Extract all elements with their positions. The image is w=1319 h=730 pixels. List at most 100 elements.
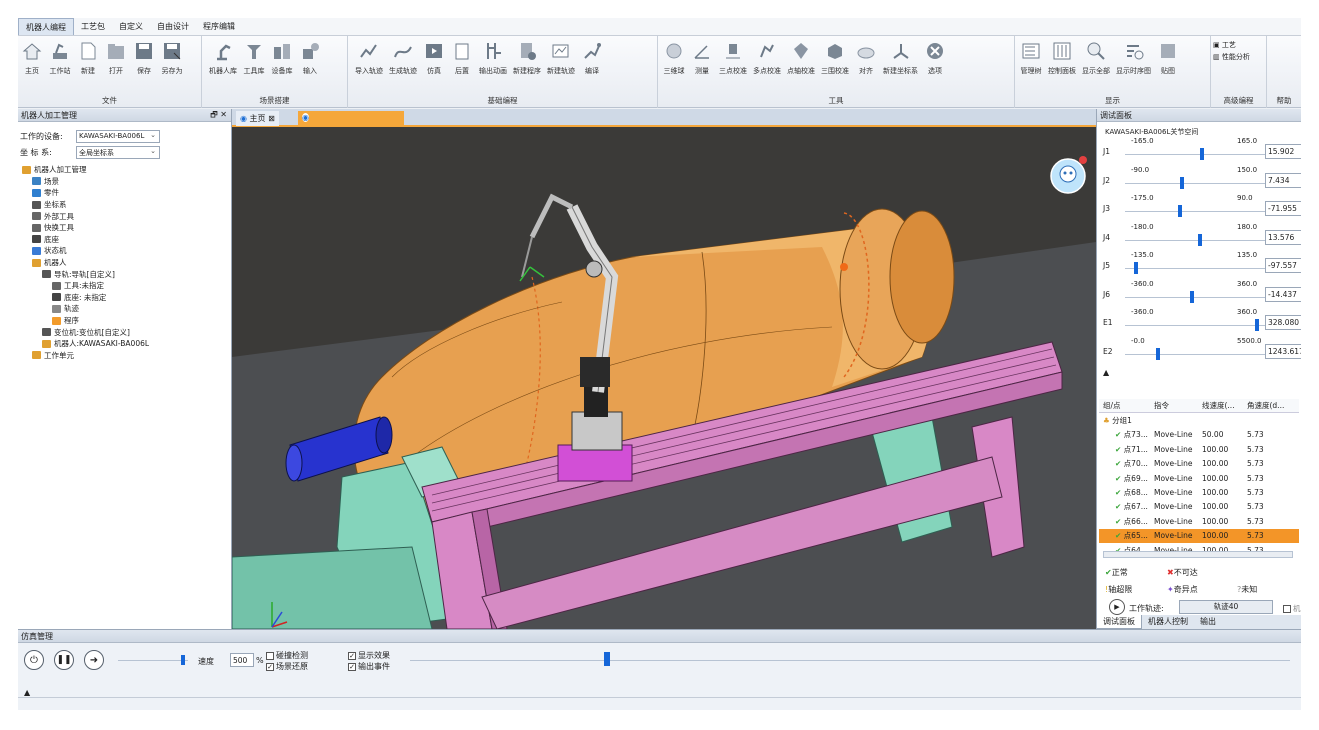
align-button[interactable]: 对齐 (852, 40, 880, 76)
joint-slider-track[interactable] (1125, 325, 1265, 326)
texture-button[interactable]: 贴图 (1154, 40, 1182, 76)
tree-item[interactable]: 快换工具 (18, 222, 231, 234)
play-track-button[interactable]: ▶ (1109, 599, 1125, 615)
joint-slider-thumb[interactable] (1198, 233, 1203, 246)
new-button[interactable]: 新建 (74, 40, 102, 76)
joint-slider-thumb[interactable] (1255, 319, 1260, 331)
tab-home[interactable]: ◉ 主页 ⊠ (236, 111, 279, 126)
show-effect-checkbox[interactable]: ✓ 显示效果 (348, 650, 390, 661)
col-angular-speed[interactable]: 角速度(d... (1247, 400, 1287, 411)
collapse-arrow-icon[interactable]: ▲ (1103, 368, 1109, 377)
work-track-field[interactable]: 轨迹40 (1179, 600, 1273, 614)
tool-library-button[interactable]: 工具库 (240, 40, 268, 76)
col-group-point[interactable]: 组/点 (1099, 400, 1154, 411)
col-linear-speed[interactable]: 线速度(... (1202, 400, 1247, 411)
save-as-button[interactable]: 另存为 (158, 40, 186, 76)
table-row[interactable]: ✔ 点65... Move-Line 100.00 5.73 (1099, 528, 1299, 543)
collision-checkbox[interactable]: 碰撞检测 (266, 650, 308, 661)
tree-item[interactable]: 场景 (18, 176, 231, 188)
menu-custom[interactable]: 自定义 (112, 18, 150, 35)
tree-item[interactable]: 机器人加工管理 (18, 164, 231, 176)
table-row[interactable]: ✔ 点68... Move-Line 100.00 5.73 (1099, 485, 1299, 499)
pause-button[interactable]: ❚❚ (54, 650, 74, 670)
sim-progress-track[interactable] (410, 660, 1290, 661)
power-button[interactable]: ⏻ (24, 650, 44, 670)
joint-value-input[interactable]: 328.080 (1265, 315, 1301, 330)
post-button[interactable]: 后置 (448, 40, 476, 76)
manage-tree-button[interactable]: 管理树 (1017, 40, 1045, 76)
table-row[interactable]: ✔ 点71... Move-Line 100.00 5.73 (1099, 442, 1299, 456)
tree-item[interactable]: 程序 (18, 315, 231, 327)
save-button[interactable]: 保存 (130, 40, 158, 76)
joint-slider-thumb[interactable] (1177, 205, 1182, 217)
table-row[interactable]: ✔ 点70... Move-Line 100.00 5.73 (1099, 457, 1299, 471)
show-timing-button[interactable]: 显示时序图 (1113, 40, 1154, 76)
table-row[interactable]: ✔ 点67... Move-Line 100.00 5.73 (1099, 500, 1299, 514)
joint-slider-track[interactable] (1125, 268, 1265, 269)
new-coordinate-button[interactable]: 新建坐标系 (880, 40, 921, 76)
expand-arrow-icon[interactable]: ▲ (24, 688, 30, 697)
tree-item[interactable]: 变位机:变位机[自定义] (18, 326, 231, 338)
joint-slider-track[interactable] (1125, 182, 1265, 184)
new-track-button[interactable]: 新建轨迹 (544, 40, 578, 76)
tree-item[interactable]: 外部工具 (18, 210, 231, 222)
joint-slider-track[interactable] (1125, 154, 1265, 155)
three-point-calib-button[interactable]: 三点校准 (716, 40, 750, 76)
tree-item[interactable]: 导轨:导轨[自定义] (18, 268, 231, 280)
tree-item[interactable]: 机器人 (18, 257, 231, 269)
table-row[interactable]: ✔ 点66... Move-Line 100.00 5.73 (1099, 514, 1299, 528)
menu-free-design[interactable]: 自由设计 (150, 18, 196, 35)
table-group-row[interactable]: ♣ 分组1 (1099, 413, 1299, 427)
tree-item[interactable]: 工具:未指定 (18, 280, 231, 292)
joint-slider-track[interactable] (1125, 353, 1265, 355)
joint-slider-track[interactable] (1125, 211, 1265, 212)
tree-item[interactable]: 轨迹 (18, 303, 231, 315)
joint-value-input[interactable]: 15.902 (1265, 144, 1301, 159)
output-event-checkbox[interactable]: ✓ 输出事件 (348, 661, 390, 672)
joint-slider-thumb[interactable] (1180, 176, 1185, 189)
tree-item[interactable]: 状态机 (18, 245, 231, 257)
joint-slider-track[interactable] (1125, 296, 1265, 298)
menu-process-pack[interactable]: 工艺包 (74, 18, 112, 35)
table-row[interactable]: ✔ 点73... Move-Line 50.00 5.73 (1099, 428, 1299, 442)
new-program-button[interactable]: 新建程序 (510, 40, 544, 76)
speed-input[interactable]: 500 (230, 653, 254, 667)
compile-button[interactable]: 编译 (578, 40, 606, 76)
3d-ball-button[interactable]: 三维球 (660, 40, 688, 76)
import-track-button[interactable]: 导入轨迹 (352, 40, 386, 76)
menu-program-edit[interactable]: 程序编辑 (196, 18, 242, 35)
process-button[interactable]: ▣ 工艺 (1213, 40, 1266, 52)
joint-value-input[interactable]: -71.955 (1265, 201, 1301, 216)
device-select[interactable]: KAWASAKI-BA006L ⌄ (76, 129, 160, 143)
3d-viewport[interactable] (232, 127, 1096, 629)
joint-slider-thumb[interactable] (1134, 262, 1139, 274)
tree-item[interactable]: 底座 (18, 234, 231, 246)
tree-item[interactable]: 机器人:KAWASAKI-BA006L (18, 338, 231, 350)
control-panel-button[interactable]: 控制面板 (1045, 40, 1079, 76)
joint-value-input[interactable]: 1243.617 (1265, 343, 1301, 359)
joint-value-input[interactable]: 7.434 (1265, 172, 1301, 188)
speed-slider-thumb[interactable] (181, 655, 185, 665)
machine-checkbox[interactable]: 机 (1283, 603, 1301, 614)
tab-active-document[interactable]: ◉ (298, 111, 404, 126)
joint-slider-track[interactable] (1125, 239, 1265, 241)
simulate-button[interactable]: 仿真 (420, 40, 448, 76)
joint-slider-thumb[interactable] (1199, 148, 1204, 160)
workstation-button[interactable]: 工作站 (46, 40, 74, 76)
generate-track-button[interactable]: 生成轨迹 (386, 40, 420, 76)
tab-robot-control[interactable]: 机器人控制 (1142, 615, 1194, 629)
robot-library-button[interactable]: 机器人库 (206, 40, 240, 76)
panel-pin-close-icon[interactable]: 🗗 ✕ (210, 109, 227, 123)
three-dim-calib-button[interactable]: 三围校准 (818, 40, 852, 76)
speed-slider-track[interactable] (118, 660, 188, 661)
tab-debug-panel[interactable]: 调试面板 (1096, 615, 1142, 629)
table-row[interactable]: ✔ 点69... Move-Line 100.00 5.73 (1099, 471, 1299, 485)
export-animation-button[interactable]: 输出动画 (476, 40, 510, 76)
multi-point-calib-button[interactable]: 多点校准 (750, 40, 784, 76)
device-library-button[interactable]: 设备库 (268, 40, 296, 76)
open-button[interactable]: 打开 (102, 40, 130, 76)
options-button[interactable]: 选项 (921, 40, 949, 76)
step-button[interactable]: ➜ (84, 650, 104, 670)
menu-robot-programming[interactable]: 机器人编程 (18, 18, 74, 35)
sim-progress-thumb[interactable] (603, 652, 610, 666)
